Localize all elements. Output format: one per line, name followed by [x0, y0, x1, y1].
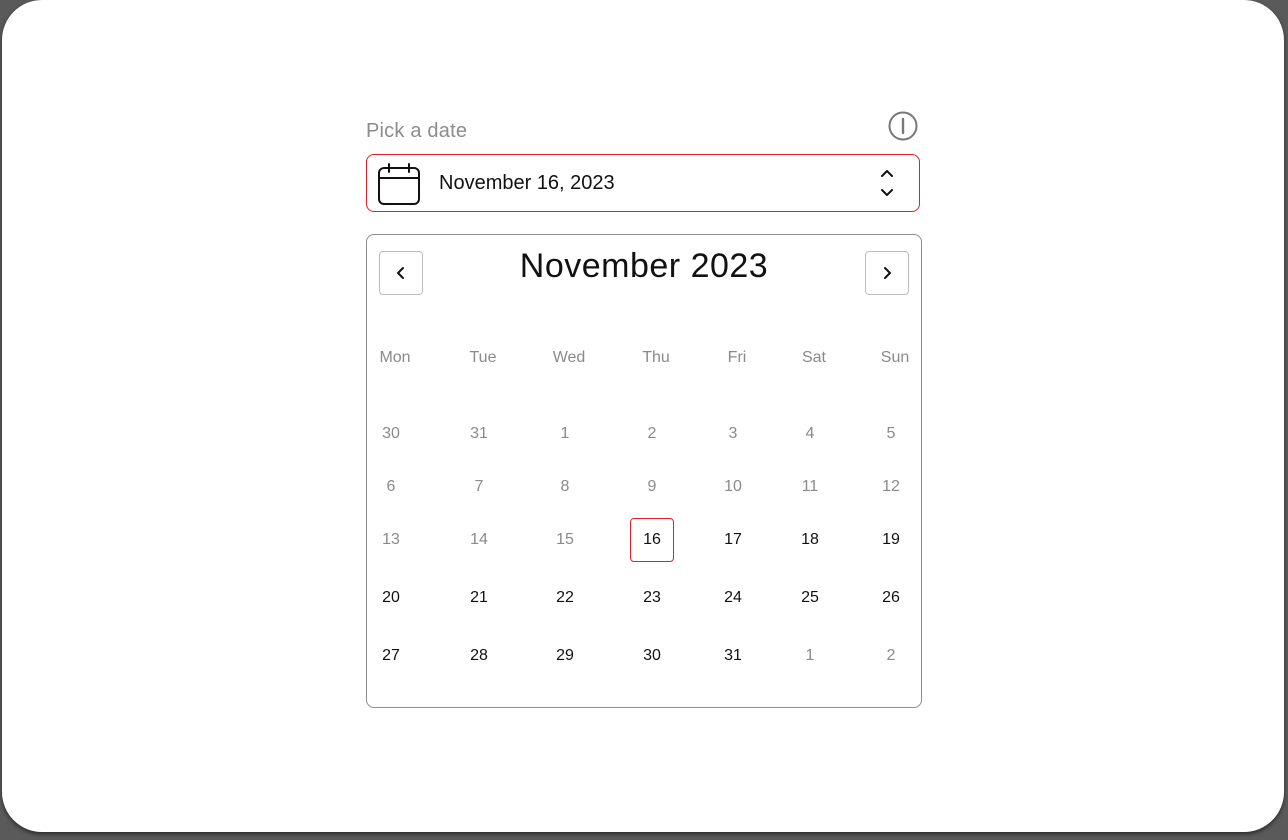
calendar-icon — [377, 163, 421, 207]
weekday-label-sun: Sun — [880, 349, 910, 366]
day-cell[interactable]: 6 — [369, 465, 413, 509]
day-cell[interactable]: 28 — [457, 634, 501, 678]
day-cell-selected[interactable]: 16 — [630, 518, 674, 562]
day-cell[interactable]: 8 — [543, 465, 587, 509]
weekday-label-sat: Sat — [801, 349, 826, 366]
day-cell[interactable]: 19 — [869, 518, 913, 562]
day-cell[interactable]: 27 — [369, 634, 413, 678]
next-month-button[interactable] — [865, 251, 909, 295]
day-cell[interactable]: 18 — [788, 518, 832, 562]
day-cell[interactable]: 2 — [630, 412, 674, 456]
chevron-right-icon — [884, 267, 891, 279]
day-cell[interactable]: 30 — [369, 412, 413, 456]
power-icon[interactable] — [888, 111, 918, 141]
day-cell[interactable]: 31 — [457, 412, 501, 456]
day-cell[interactable]: 3 — [711, 412, 755, 456]
day-cell[interactable]: 23 — [630, 576, 674, 620]
day-cell[interactable]: 10 — [711, 465, 755, 509]
day-cell[interactable]: 24 — [711, 576, 755, 620]
day-cell[interactable]: 9 — [630, 465, 674, 509]
month-title: November 2023 — [519, 247, 769, 285]
day-cell[interactable]: 17 — [711, 518, 755, 562]
date-value: November 16, 2023 — [439, 172, 615, 194]
day-cell[interactable]: 30 — [630, 634, 674, 678]
day-cell[interactable]: 31 — [711, 634, 755, 678]
day-cell[interactable]: 25 — [788, 576, 832, 620]
day-cell[interactable]: 2 — [869, 634, 913, 678]
day-cell[interactable]: 4 — [788, 412, 832, 456]
day-cell[interactable]: 11 — [788, 465, 832, 509]
weekday-label-tue: Tue — [469, 349, 497, 366]
chevron-up-down-icon[interactable] — [879, 167, 895, 199]
day-cell[interactable]: 20 — [369, 576, 413, 620]
date-field-label: Pick a date — [366, 120, 468, 142]
weekday-label-fri: Fri — [727, 349, 747, 366]
calendar-popup: November 2023 Mon Tue Wed Thu Fri Sat Sun 30 31… — [366, 234, 922, 708]
date-input-field[interactable]: November 16, 2023 — [366, 154, 920, 212]
day-cell[interactable]: 21 — [457, 576, 501, 620]
weekday-label-wed: Wed — [552, 349, 586, 366]
day-cell[interactable]: 5 — [869, 412, 913, 456]
day-cell[interactable]: 12 — [869, 465, 913, 509]
day-cell[interactable]: 1 — [788, 634, 832, 678]
day-cell[interactable]: 7 — [457, 465, 501, 509]
day-cell[interactable]: 13 — [369, 518, 413, 562]
day-cell[interactable]: 29 — [543, 634, 587, 678]
weekday-label-mon: Mon — [379, 349, 411, 366]
day-cell[interactable]: 26 — [869, 576, 913, 620]
day-cell[interactable]: 15 — [543, 518, 587, 562]
day-cell[interactable]: 1 — [543, 412, 587, 456]
app-window: Pick a date November 16, 2023 November 2… — [2, 0, 1284, 832]
weekday-label-thu: Thu — [642, 349, 670, 366]
day-cell[interactable]: 22 — [543, 576, 587, 620]
day-cell[interactable]: 14 — [457, 518, 501, 562]
